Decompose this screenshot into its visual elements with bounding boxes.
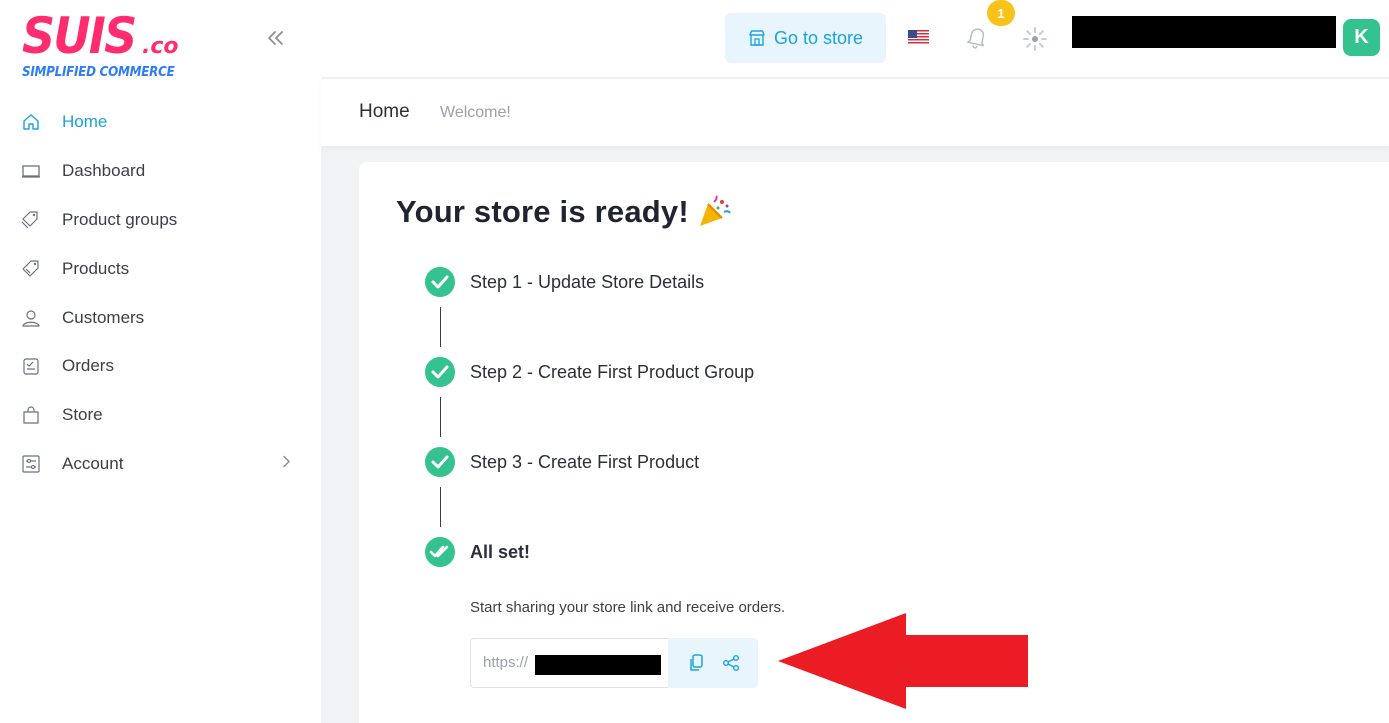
topbar: Go to store 1 K xyxy=(321,0,1389,78)
card-title: Your store is ready! xyxy=(396,194,689,229)
sidebar-item-label: Products xyxy=(62,258,130,278)
avatar[interactable]: K xyxy=(1343,19,1380,56)
settings-sliders-icon xyxy=(20,453,42,475)
step-label-all-set: All set! xyxy=(470,542,531,562)
sidebar-item-product-groups[interactable]: Product groups xyxy=(0,196,321,245)
annotation-arrow xyxy=(778,613,1028,709)
store-link-field[interactable]: https:// xyxy=(470,638,668,688)
party-popper-icon xyxy=(696,194,732,230)
clipboard-icon xyxy=(20,355,42,377)
tags-icon xyxy=(20,209,42,231)
language-flag-us-icon[interactable] xyxy=(908,30,929,45)
go-to-store-button[interactable]: Go to store xyxy=(725,13,886,63)
logo-tagline: SIMPLIFIED COMMERCE xyxy=(22,65,175,80)
sidebar-item-dashboard[interactable]: Dashboard xyxy=(0,147,321,196)
double-chevron-left-icon xyxy=(268,31,283,45)
shopping-bag-icon xyxy=(20,404,42,426)
brand-logo[interactable]: SUIS .co SIMPLIFIED COMMERCE xyxy=(22,8,182,84)
go-to-store-label: Go to store xyxy=(773,27,864,48)
check-circle-icon xyxy=(425,267,455,297)
sidebar-item-label: Home xyxy=(62,112,108,132)
monitor-icon xyxy=(20,160,42,182)
sidebar-item-home[interactable]: Home xyxy=(0,98,321,147)
tag-icon xyxy=(20,258,42,280)
share-instructions: Start sharing your store link and receiv… xyxy=(470,599,786,616)
sidebar-item-label: Orders xyxy=(62,356,114,376)
users-icon xyxy=(20,307,42,329)
notification-count-badge: 1 xyxy=(987,0,1015,26)
step-connector xyxy=(440,487,441,527)
sidebar-item-label: Store xyxy=(62,405,103,425)
sidebar-item-label: Dashboard xyxy=(62,161,146,181)
check-circle-icon xyxy=(425,357,455,387)
logo-suffix: .co xyxy=(142,34,179,59)
share-link-button[interactable] xyxy=(719,651,743,675)
page-title: Home xyxy=(359,101,410,122)
step-label: Step 3 - Create First Product xyxy=(470,452,700,472)
home-icon xyxy=(20,111,42,133)
check-circle-icon xyxy=(425,447,455,477)
link-actions xyxy=(668,638,758,688)
step-connector xyxy=(440,307,441,347)
step-label: Step 1 - Update Store Details xyxy=(470,272,705,292)
store-link-redacted xyxy=(535,655,661,675)
notifications-bell-icon[interactable] xyxy=(965,24,989,50)
collapse-sidebar-button[interactable] xyxy=(262,24,290,52)
storefront-icon xyxy=(749,30,765,46)
breadcrumb: Home Welcome! xyxy=(321,79,1389,146)
step-label: Step 2 - Create First Product Group xyxy=(470,362,755,382)
settings-spinner-icon[interactable] xyxy=(1020,24,1050,54)
store-link-prefix: https:// xyxy=(483,654,529,671)
step-connector xyxy=(440,397,441,437)
user-name-redacted xyxy=(1072,16,1336,48)
copy-icon xyxy=(689,654,703,671)
sidebar: SUIS .co SIMPLIFIED COMMERCE Home Dashbo… xyxy=(0,0,321,723)
double-check-circle-icon xyxy=(425,537,455,567)
share-icon xyxy=(722,655,739,671)
sidebar-item-label: Customers xyxy=(62,307,145,327)
sidebar-item-customers[interactable]: Customers xyxy=(0,293,321,342)
sidebar-item-account[interactable]: Account xyxy=(0,440,321,489)
page-subtitle: Welcome! xyxy=(440,104,511,121)
chevron-right-icon xyxy=(281,454,291,473)
copy-link-button[interactable] xyxy=(684,651,708,675)
logo-text: SUIS xyxy=(22,7,137,65)
sidebar-item-products[interactable]: Products xyxy=(0,244,321,293)
sidebar-nav: Home Dashboard Product groups Products C… xyxy=(0,98,321,488)
sidebar-item-orders[interactable]: Orders xyxy=(0,342,321,391)
sidebar-item-store[interactable]: Store xyxy=(0,391,321,440)
sidebar-item-label: Product groups xyxy=(62,209,178,229)
sidebar-item-label: Account xyxy=(62,453,124,473)
